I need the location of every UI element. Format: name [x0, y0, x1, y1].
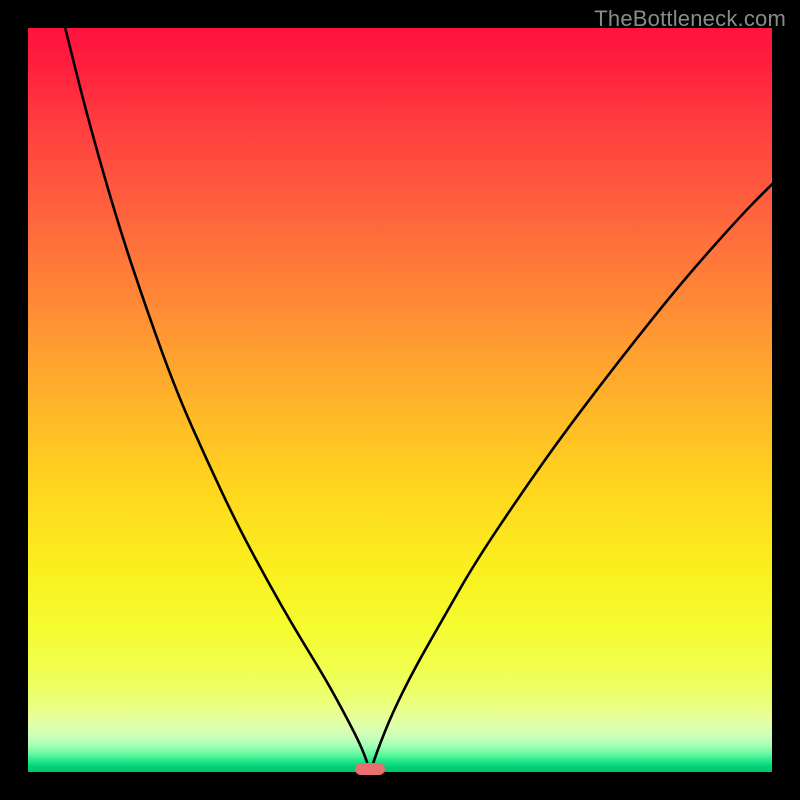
- minimum-marker: [355, 763, 385, 775]
- plot-area: [28, 28, 772, 772]
- bottleneck-curve: [28, 28, 772, 772]
- chart-frame: TheBottleneck.com: [0, 0, 800, 800]
